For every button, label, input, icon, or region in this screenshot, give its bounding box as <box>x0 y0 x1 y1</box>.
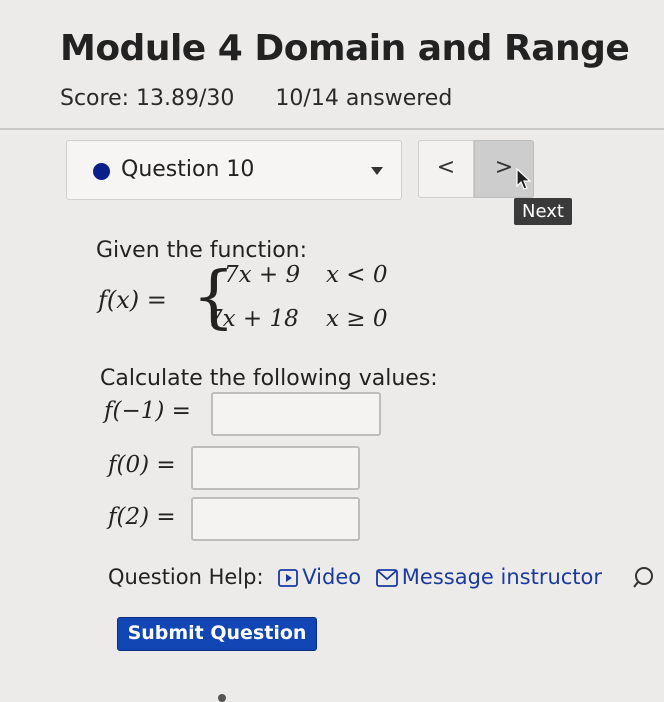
case-1-condition: x < 0 <box>326 262 388 288</box>
bottom-dot <box>218 694 226 702</box>
case-2-condition: x ≥ 0 <box>326 306 388 332</box>
question-selector-label: Question 10 <box>121 157 255 182</box>
answer-input-f2[interactable] <box>191 497 360 541</box>
message-instructor-link[interactable]: Message instructor <box>402 565 602 589</box>
case-1-expression: 7x + 9 <box>224 262 301 288</box>
row-label-f0: f(0) = <box>108 452 176 478</box>
question-help-label: Question Help: <box>108 565 264 589</box>
submit-question-button[interactable]: Submit Question <box>117 617 317 651</box>
score-text: Score: 13.89/30 <box>60 86 235 111</box>
question-help: Question Help: Video Message instructor <box>108 565 602 589</box>
row-label-f-neg1: f(−1) = <box>104 398 191 424</box>
question-selector[interactable]: Question 10 <box>66 140 402 200</box>
row-label-f2: f(2) = <box>108 504 176 530</box>
function-name: f(x) = <box>98 286 167 314</box>
video-link[interactable]: Video <box>302 565 361 589</box>
mail-icon <box>375 569 398 587</box>
answer-input-f0[interactable] <box>191 446 360 490</box>
search-icon[interactable] <box>632 566 656 590</box>
next-tooltip: Next <box>514 198 572 225</box>
calculate-prompt: Calculate the following values: <box>100 366 438 391</box>
score-line: Score: 13.89/30 10/14 answered <box>60 86 452 111</box>
header-divider <box>0 128 664 130</box>
answered-text: 10/14 answered <box>275 86 453 111</box>
mouse-cursor-icon <box>516 168 532 190</box>
case-2-expression: 7x + 18 <box>208 306 299 332</box>
video-icon <box>278 569 299 587</box>
question-status-dot <box>93 163 110 180</box>
chevron-down-icon <box>371 167 383 175</box>
previous-question-button[interactable]: < <box>418 140 474 198</box>
answer-input-f-neg1[interactable] <box>211 392 381 436</box>
page-title: Module 4 Domain and Range <box>60 28 630 69</box>
